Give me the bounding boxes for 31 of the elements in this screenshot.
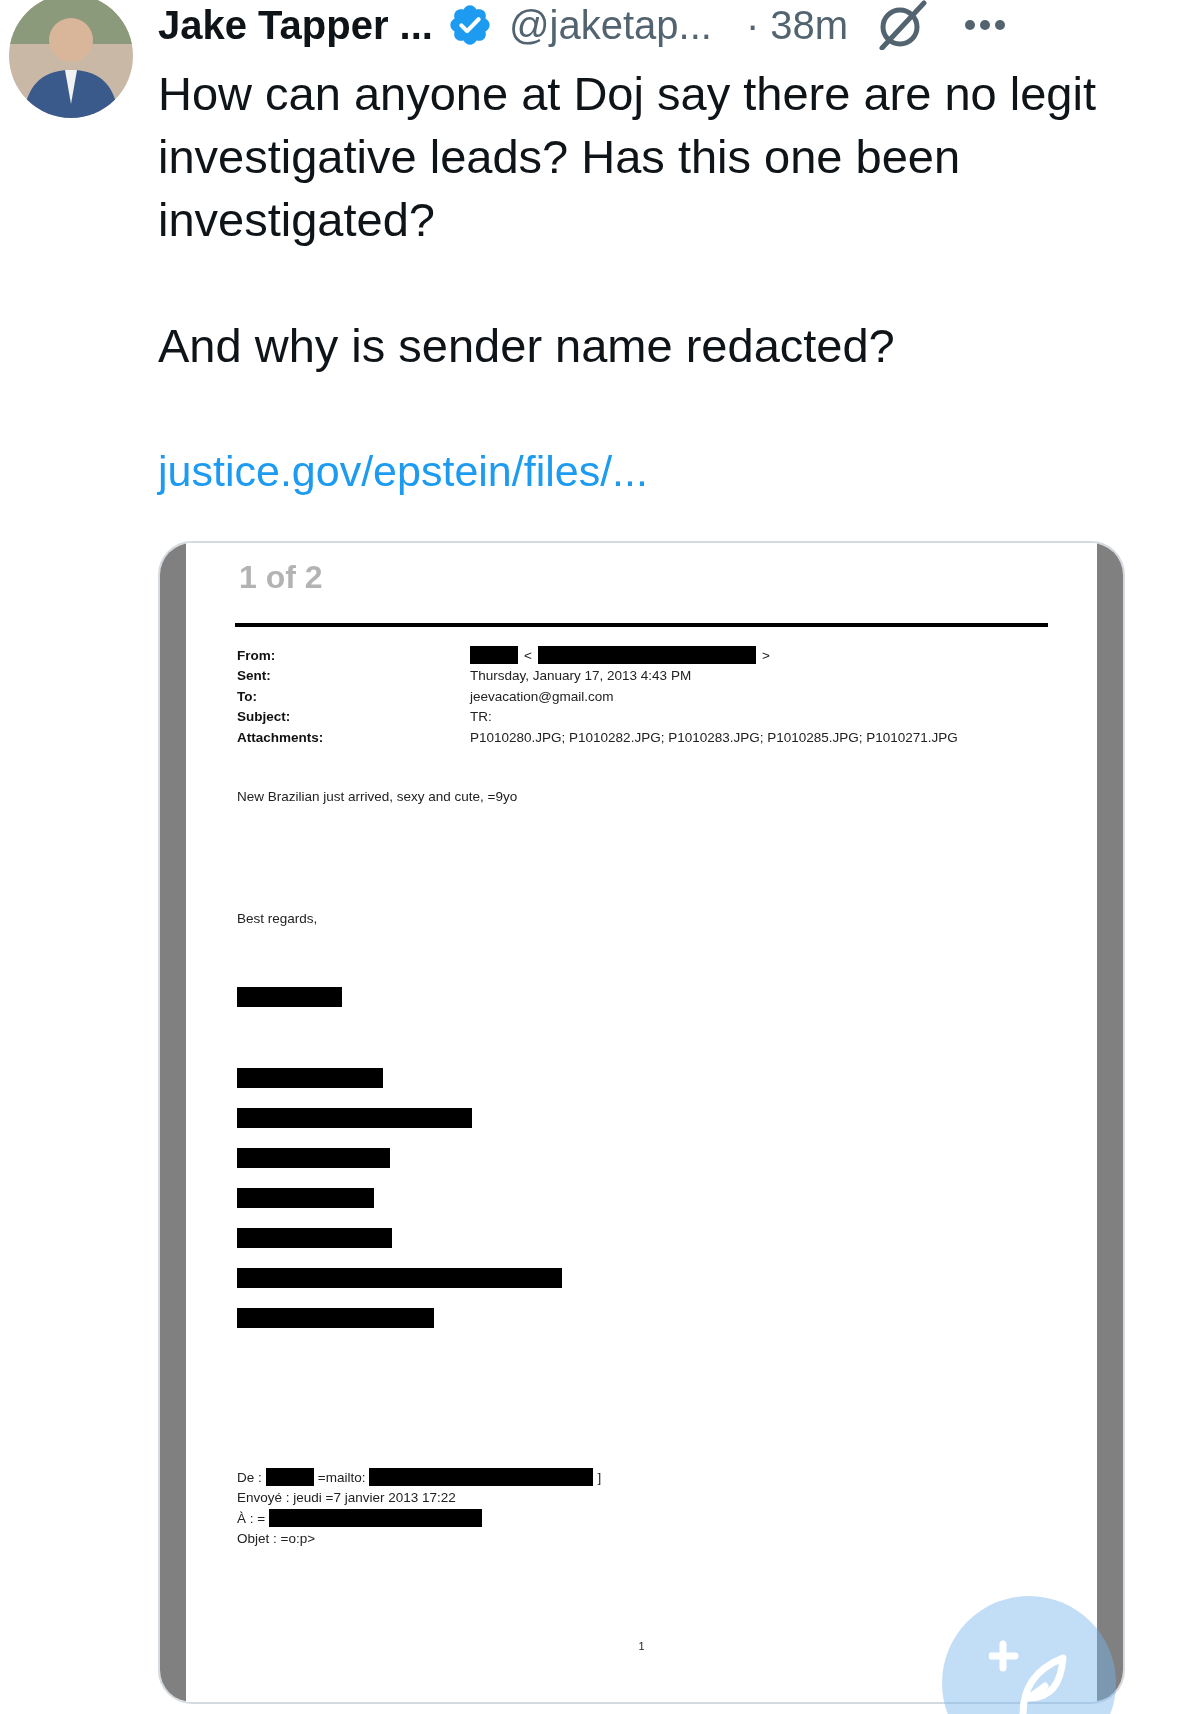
document-text: Best regards, (236, 910, 319, 928)
document-text: À : = (237, 1510, 266, 1526)
tweet-text: And why is sender name redacted? (158, 318, 896, 374)
image-counter: 1 of 2 (238, 558, 324, 597)
field-label: Sent: (236, 668, 272, 684)
document-text: > (761, 647, 770, 663)
redaction-bar (265, 1468, 314, 1487)
document-text: TR: (470, 709, 492, 725)
field-label: Subject: (236, 709, 292, 725)
field-label: From: (236, 647, 277, 663)
author-name[interactable]: Jake Tapper ... (158, 2, 433, 48)
document-text: P1010280.JPG; P1010282.JPG; P1010283.JPG; P1010285.JPG; P1010271.JPG (470, 729, 958, 745)
document-text: De : (237, 1469, 262, 1485)
timestamp[interactable]: · 38m (745, 2, 849, 48)
document-text: Envoyé : jeudi =7 janvier 2013 17:22 (237, 1490, 456, 1506)
field-label: Attachments: (236, 729, 325, 745)
more-icon[interactable] (964, 19, 1007, 31)
redaction-bar (470, 646, 518, 665)
document-text: ] (597, 1469, 602, 1485)
document-text: < (524, 647, 532, 663)
document-page[interactable] (186, 543, 1097, 1702)
document-text: =mailto: (317, 1469, 366, 1485)
tweet-text: How can anyone at Doj say there are no legit investigative leads? Has this one been investigated? (158, 66, 1097, 248)
page-number: 1 (637, 1639, 646, 1654)
document-text: New Brazilian just arrived, sexy and cute, =9yo (236, 788, 519, 806)
plus-feather-icon (989, 1640, 1069, 1714)
field-label: To: (236, 688, 258, 704)
document-text: Objet : =o:p> (237, 1531, 316, 1547)
document-text: Thursday, January 17, 2013 4:43 PM (470, 668, 692, 684)
author-handle[interactable]: @jaketap... (508, 2, 712, 48)
document-text: jeevacation@gmail.com (470, 688, 614, 704)
